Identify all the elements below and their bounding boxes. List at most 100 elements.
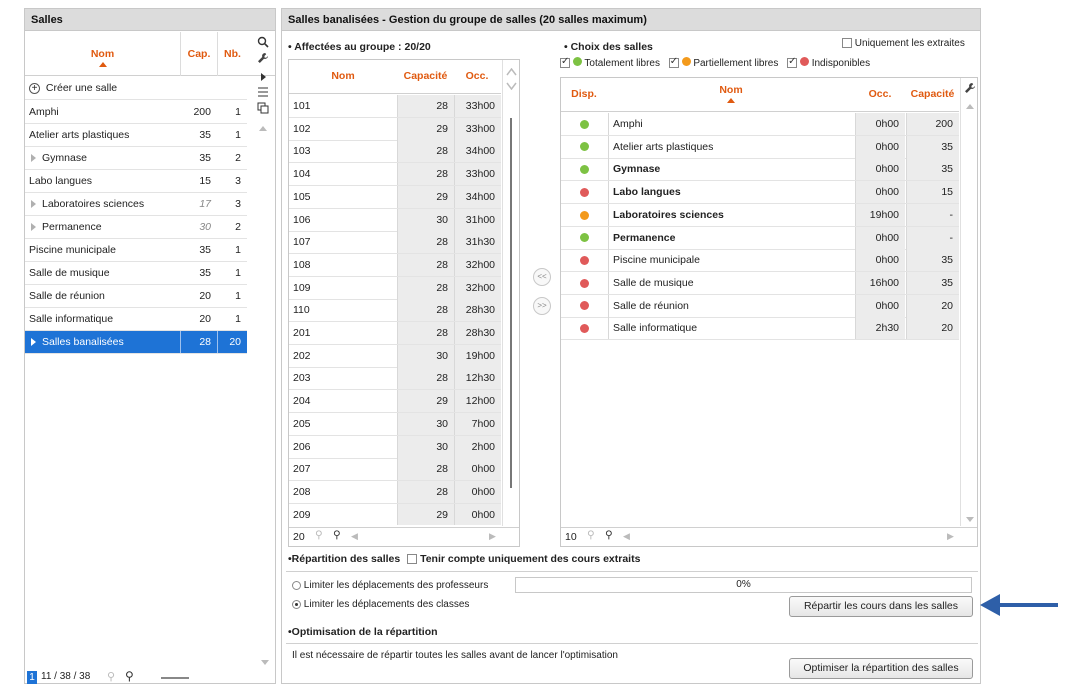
scroll-left-icon[interactable]: ◀ [623, 531, 630, 542]
filter-free-checkbox[interactable] [560, 56, 570, 69]
choice-col-disp[interactable]: Disp. [561, 88, 607, 100]
assigned-col-cap[interactable]: Capacité [397, 70, 454, 82]
wrench-icon[interactable] [255, 52, 271, 68]
list-item[interactable]: Salle informatique 20 1 [25, 308, 247, 331]
scroll-down-icon[interactable] [506, 82, 517, 90]
list-item[interactable]: Gymnase 35 2 [25, 147, 247, 170]
assigned-col-occ[interactable]: Occ. [454, 70, 500, 82]
collapsed-arrow-icon[interactable] [31, 154, 36, 163]
cell-occ: 0h00 [454, 458, 501, 481]
assigned-col-name[interactable]: Nom [289, 70, 397, 82]
zoom-slider[interactable] [161, 677, 189, 679]
scroll-up-icon[interactable] [506, 68, 517, 76]
extracted-only-checkbox[interactable] [407, 554, 418, 565]
scroll-right-icon[interactable]: ▶ [947, 531, 954, 542]
zoom-out-icon[interactable]: ⚲ [315, 529, 323, 541]
table-row[interactable]: 109 28 32h00 [289, 276, 501, 300]
choice-col-cap[interactable]: Capacité [906, 88, 959, 100]
list-item[interactable]: Piscine municipale 35 1 [25, 239, 247, 262]
choice-col-occ[interactable]: Occ. [855, 88, 905, 100]
col-header-nb[interactable]: Nb. [217, 32, 247, 76]
table-row[interactable]: Salle informatique 2h30 20 [561, 317, 959, 341]
table-row[interactable]: 206 30 2h00 [289, 435, 501, 459]
create-room-row[interactable]: + Créer une salle [25, 77, 247, 100]
progress-bar: 0% [515, 577, 972, 593]
zoom-in-icon[interactable]: ⚲ [333, 529, 341, 541]
table-row[interactable]: 201 28 28h30 [289, 322, 501, 345]
list-item[interactable]: Amphi 200 1 [25, 101, 247, 124]
table-row[interactable]: 106 30 31h00 [289, 208, 501, 232]
list-item[interactable]: Atelier arts plastiques 35 1 [25, 124, 247, 147]
optimise-button[interactable]: Optimiser la répartition des salles [789, 658, 973, 679]
option-classes[interactable]: Limiter les déplacements des classes [292, 599, 469, 610]
cell-name: Salle informatique [608, 317, 854, 340]
table-row[interactable]: 108 28 32h00 [289, 253, 501, 277]
col-header-name[interactable]: Nom [25, 32, 180, 76]
table-row[interactable]: Labo langues 0h00 15 [561, 181, 959, 205]
table-row[interactable]: 110 28 28h30 [289, 299, 501, 323]
scroll-up-icon[interactable] [965, 102, 975, 110]
cell-name: Laboratoires sciences [608, 203, 854, 226]
zoom-out-icon[interactable]: ⚲ [107, 670, 115, 683]
list-item[interactable]: Salle de musique 35 1 [25, 262, 247, 285]
scroll-up-icon[interactable] [255, 120, 271, 136]
zoom-in-icon[interactable]: ⚲ [605, 529, 613, 541]
distribute-button[interactable]: Répartir les cours dans les salles [789, 596, 973, 617]
collapsed-arrow-icon[interactable] [31, 223, 36, 232]
room-capacity: 35 [199, 129, 211, 141]
move-right-button[interactable]: >> [533, 297, 551, 315]
table-row[interactable]: Piscine municipale 0h00 35 [561, 249, 959, 273]
table-row[interactable]: Salle de musique 16h00 35 [561, 271, 959, 295]
table-row[interactable]: Amphi 0h00 200 [561, 113, 959, 136]
table-row[interactable]: 104 28 33h00 [289, 163, 501, 187]
table-row[interactable]: 205 30 7h00 [289, 412, 501, 436]
table-row[interactable]: 209 29 0h00 [289, 503, 501, 525]
list-item[interactable]: Salle de réunion 20 1 [25, 285, 247, 308]
table-row[interactable]: 103 28 34h00 [289, 140, 501, 164]
page-indicator[interactable]: 1 [27, 671, 37, 684]
scroll-left-icon[interactable]: ◀ [351, 531, 358, 542]
filter-unavailable-checkbox[interactable] [787, 56, 798, 69]
table-row[interactable]: 204 29 12h00 [289, 390, 501, 414]
filter-partial-checkbox[interactable] [668, 56, 679, 69]
radio-classes[interactable] [292, 599, 301, 609]
table-row[interactable]: 101 28 33h00 [289, 95, 501, 118]
checkbox-box[interactable] [842, 38, 852, 49]
list-item[interactable]: Salles banalisées 28 20 [25, 331, 247, 354]
table-row[interactable]: Permanence 0h00- [561, 226, 959, 250]
table-row[interactable]: 203 28 12h30 [289, 367, 501, 391]
table-row[interactable]: 105 29 34h00 [289, 185, 501, 209]
table-row[interactable]: 102 29 33h00 [289, 117, 501, 141]
copy-icon[interactable] [255, 102, 271, 118]
expand-arrow-icon[interactable] [255, 70, 271, 86]
move-left-button[interactable]: << [533, 268, 551, 286]
wrench-icon[interactable] [964, 82, 976, 94]
table-row[interactable]: 107 28 31h30 [289, 231, 501, 255]
collapsed-arrow-icon[interactable] [31, 200, 36, 209]
radio-teachers[interactable] [292, 580, 301, 590]
list-item[interactable]: Laboratoires sciences 17 3 [25, 193, 247, 216]
expand-arrow-icon[interactable] [31, 338, 36, 347]
table-row[interactable]: Laboratoires sciences 19h00- [561, 203, 959, 227]
table-row[interactable]: Salle de réunion 0h00 20 [561, 294, 959, 318]
col-header-cap[interactable]: Cap. [180, 32, 217, 76]
search-icon[interactable] [255, 36, 271, 52]
table-row[interactable]: 208 28 0h00 [289, 480, 501, 504]
option-teachers[interactable]: Limiter les déplacements des professeurs [292, 580, 488, 591]
table-row[interactable]: Atelier arts plastiques 0h00 35 [561, 135, 959, 159]
assigned-scrollbar[interactable] [502, 60, 519, 526]
choice-col-name[interactable]: Nom [608, 84, 854, 103]
zoom-in-icon[interactable]: ⚲ [125, 669, 134, 683]
availability-cell [561, 272, 607, 294]
table-row[interactable]: Gymnase 0h00 35 [561, 158, 959, 182]
table-row[interactable]: 207 28 0h00 [289, 458, 501, 482]
list-icon[interactable] [255, 86, 271, 102]
zoom-out-icon[interactable]: ⚲ [587, 529, 595, 541]
only-extracted-checkbox[interactable]: Uniquement les extraites [842, 38, 965, 49]
scroll-down-icon[interactable] [965, 516, 975, 524]
list-item[interactable]: Labo langues 15 3 [25, 170, 247, 193]
scroll-thumb[interactable] [510, 118, 512, 488]
table-row[interactable]: 202 30 19h00 [289, 344, 501, 368]
scroll-right-icon[interactable]: ▶ [489, 531, 496, 542]
list-item[interactable]: Permanence 30 2 [25, 216, 247, 239]
